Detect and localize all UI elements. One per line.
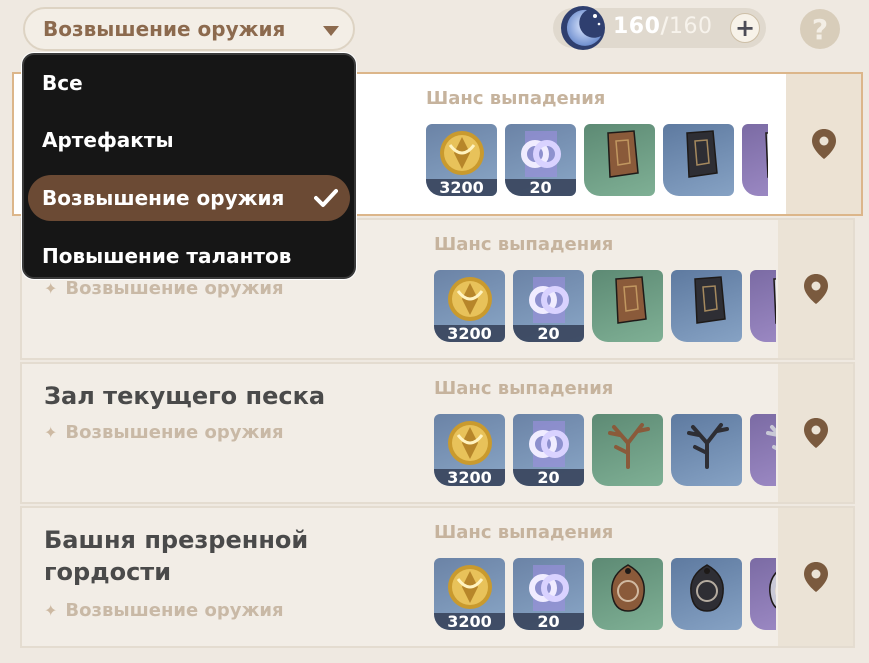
checkmark-icon — [314, 189, 338, 207]
domain-category-label: Возвышение оружия — [65, 278, 284, 299]
drop-item-list: 3200 20 — [434, 270, 776, 342]
dropdown-option-label: Возвышение оружия — [42, 186, 285, 210]
original-resin-counter: 160/160 + — [553, 6, 766, 50]
dropdown-option-all[interactable]: Все — [28, 60, 350, 106]
drop-item-list: 3200 20 — [426, 124, 768, 196]
drop-item[interactable] — [671, 270, 742, 342]
filter-dropdown-menu: Все Артефакты Возвышение оружия Повышени… — [22, 53, 356, 279]
add-resin-button[interactable]: + — [730, 13, 760, 43]
sparkle-icon: ✦ — [44, 601, 58, 620]
domain-name: Башня презренной гордости — [44, 526, 309, 586]
drop-chance-label: Шанс выпадения — [426, 88, 606, 109]
resin-moon-icon — [561, 6, 605, 50]
navigate-location-button[interactable] — [778, 508, 853, 646]
sparkle-icon: ✦ — [44, 423, 58, 442]
item-quantity: 3200 — [434, 325, 505, 342]
sparkle-icon: ✦ — [44, 279, 58, 298]
resin-separator: / — [660, 14, 669, 39]
drop-item[interactable] — [592, 414, 663, 486]
item-quantity: 20 — [513, 613, 584, 630]
drop-chance-label: Шанс выпадения — [434, 522, 614, 543]
dropdown-option-weapon-ascension[interactable]: Возвышение оружия — [28, 175, 350, 221]
domain-filter-dropdown[interactable]: Возвышение оружия — [23, 7, 355, 51]
drop-item[interactable]: 20 — [513, 558, 584, 630]
location-pin-icon — [803, 562, 828, 592]
drop-item[interactable]: 3200 — [434, 558, 505, 630]
drop-item[interactable]: 20 — [513, 270, 584, 342]
drop-item[interactable] — [592, 558, 663, 630]
drop-item[interactable] — [584, 124, 655, 196]
domain-category-label: Возвышение оружия — [65, 422, 284, 443]
item-quantity: 3200 — [434, 469, 505, 486]
location-pin-icon — [811, 129, 836, 159]
drop-item[interactable] — [750, 558, 776, 630]
drop-item[interactable]: 3200 — [434, 270, 505, 342]
navigate-location-button[interactable] — [786, 74, 861, 214]
drop-item[interactable] — [742, 124, 768, 196]
drop-item[interactable] — [671, 414, 742, 486]
domain-category: ✦ Возвышение оружия — [44, 600, 284, 621]
drop-item[interactable] — [592, 270, 663, 342]
domain-category: ✦ Возвышение оружия — [44, 278, 284, 299]
drop-item[interactable]: 3200 — [426, 124, 497, 196]
drop-chance-label: Шанс выпадения — [434, 378, 614, 399]
chevron-down-icon — [323, 26, 339, 36]
item-quantity: 20 — [513, 469, 584, 486]
item-quantity: 20 — [513, 325, 584, 342]
resin-count: 160/160 — [613, 14, 712, 39]
location-pin-icon — [803, 274, 828, 304]
resin-current: 160 — [613, 14, 661, 39]
drop-item[interactable] — [750, 414, 776, 486]
help-button[interactable]: ? — [800, 9, 840, 49]
drop-item[interactable] — [663, 124, 734, 196]
navigate-location-button[interactable] — [778, 220, 853, 358]
drop-item[interactable]: 20 — [513, 414, 584, 486]
filter-selected-label: Возвышение оружия — [43, 17, 286, 41]
drop-item-list: 3200 20 — [434, 558, 776, 630]
drop-item-list: 3200 20 — [434, 414, 776, 486]
domain-category: ✦ Возвышение оружия — [44, 422, 284, 443]
drop-item[interactable] — [750, 270, 776, 342]
domain-category-label: Возвышение оружия — [65, 600, 284, 621]
dropdown-option-artifacts[interactable]: Артефакты — [28, 117, 350, 163]
dropdown-option-talent-level-up[interactable]: Повышение талантов — [28, 233, 350, 279]
location-pin-icon — [803, 418, 828, 448]
drop-chance-label: Шанс выпадения — [434, 234, 614, 255]
drop-item[interactable]: 20 — [505, 124, 576, 196]
item-quantity: 3200 — [434, 613, 505, 630]
domain-name: Зал текущего песка — [44, 382, 326, 410]
item-quantity: 20 — [505, 179, 576, 196]
domain-card[interactable]: Башня презренной гордости ✦ Возвышение о… — [20, 506, 855, 648]
drop-item[interactable]: 3200 — [434, 414, 505, 486]
drop-item[interactable] — [671, 558, 742, 630]
resin-max: 160 — [668, 14, 713, 39]
domain-card[interactable]: Зал текущего песка ✦ Возвышение оружия Ш… — [20, 362, 855, 504]
item-quantity: 3200 — [426, 179, 497, 196]
navigate-location-button[interactable] — [778, 364, 853, 502]
